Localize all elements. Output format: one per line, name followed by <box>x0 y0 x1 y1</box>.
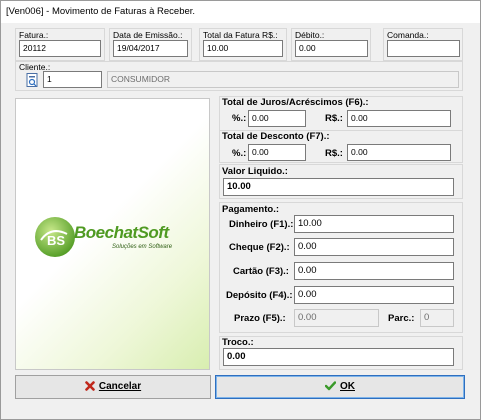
parc-label: Parc.: <box>388 313 415 324</box>
check-icon <box>325 381 336 391</box>
cancelar-label: Cancelar <box>98 381 142 392</box>
valor-liquido-field: 10.00 <box>223 178 454 196</box>
ok-button[interactable]: OK <box>215 375 465 399</box>
cliente-search-icon[interactable] <box>26 73 39 87</box>
juros-rs-field[interactable]: 0.00 <box>347 110 451 127</box>
cartao-label: Cartão (F3).: <box>233 266 289 277</box>
debito-group: Débito.: 0.00 <box>291 28 371 61</box>
desconto-rs-label: R$.: <box>325 148 343 159</box>
x-icon <box>85 381 95 392</box>
deposito-label: Depósito (F4).: <box>226 290 293 301</box>
troco-field: 0.00 <box>223 348 454 366</box>
parc-field: 0 <box>420 309 454 327</box>
desconto-pct-field[interactable]: 0.00 <box>248 144 306 161</box>
ok-label: OK <box>340 381 355 392</box>
data-emissao-group: Data de Emissão.: 19/04/2017 <box>109 28 192 61</box>
juros-rs-label: R$.: <box>325 113 343 124</box>
troco-label: Troco.: <box>222 337 254 348</box>
cheque-label: Cheque (F2).: <box>229 242 290 253</box>
cartao-field[interactable]: 0.00 <box>294 262 454 280</box>
debito-field[interactable]: 0.00 <box>295 40 368 57</box>
desconto-pct-label: %.: <box>232 148 247 159</box>
fatura-label: Fatura.: <box>19 30 49 40</box>
total-fatura-field[interactable]: 10.00 <box>203 40 283 57</box>
cancelar-button[interactable]: Cancelar <box>15 375 211 399</box>
dinheiro-label: Dinheiro (F1).: <box>229 219 294 230</box>
cliente-group: Cliente.: 1 CONSUMIDOR <box>15 61 463 91</box>
window-title: [Ven006] - Movimento de Faturas à Recebe… <box>1 1 480 23</box>
dialog-window: [Ven006] - Movimento de Faturas à Recebe… <box>0 0 481 420</box>
comanda-label: Comanda.: <box>387 30 429 40</box>
data-emissao-label: Data de Emissão.: <box>113 30 183 40</box>
desconto-title: Total de Desconto (F7).: <box>222 131 330 142</box>
pagamento-group: Pagamento.: Dinheiro (F1).: 10.00 Cheque… <box>219 202 463 333</box>
total-fatura-label: Total da Fatura R$.: <box>203 30 278 40</box>
debito-label: Débito.: <box>295 30 325 40</box>
fatura-group: Fatura.: 20112 <box>15 28 105 61</box>
juros-pct-field[interactable]: 0.00 <box>248 110 306 127</box>
valor-liquido-group: Valor Liquido.: 10.00 <box>219 164 463 199</box>
desconto-group: Total de Desconto (F7).: %.: 0.00 R$.: 0… <box>219 130 463 163</box>
logo-brand: BoechatSoft <box>74 223 169 242</box>
data-emissao-field[interactable]: 19/04/2017 <box>113 40 188 57</box>
pagamento-title: Pagamento.: <box>222 204 280 215</box>
fatura-field[interactable]: 20112 <box>19 40 101 57</box>
prazo-label: Prazo (F5).: <box>234 313 286 324</box>
juros-title: Total de Juros/Acréscimos (F6).: <box>222 97 369 108</box>
deposito-field[interactable]: 0.00 <box>294 286 454 304</box>
svg-text:BS: BS <box>47 233 65 248</box>
total-fatura-group: Total da Fatura R$.: 10.00 <box>199 28 287 61</box>
troco-group: Troco.: 0.00 <box>219 336 463 370</box>
dinheiro-field[interactable]: 10.00 <box>294 215 454 233</box>
prazo-field: 0.00 <box>294 309 379 327</box>
comanda-field[interactable] <box>387 40 460 57</box>
desconto-rs-field[interactable]: 0.00 <box>347 144 451 161</box>
logo-panel: BS BoechatSoft Soluções em Software <box>15 98 210 370</box>
juros-group: Total de Juros/Acréscimos (F6).: %.: 0.0… <box>219 96 463 131</box>
cliente-code-field[interactable]: 1 <box>43 71 102 88</box>
comanda-group: Comanda.: <box>383 28 463 61</box>
juros-pct-label: %.: <box>232 113 247 124</box>
logo-tagline: Soluções em Software <box>112 244 173 250</box>
cliente-name-field: CONSUMIDOR <box>107 71 459 88</box>
cheque-field[interactable]: 0.00 <box>294 238 454 256</box>
valor-liquido-label: Valor Liquido.: <box>222 166 288 177</box>
